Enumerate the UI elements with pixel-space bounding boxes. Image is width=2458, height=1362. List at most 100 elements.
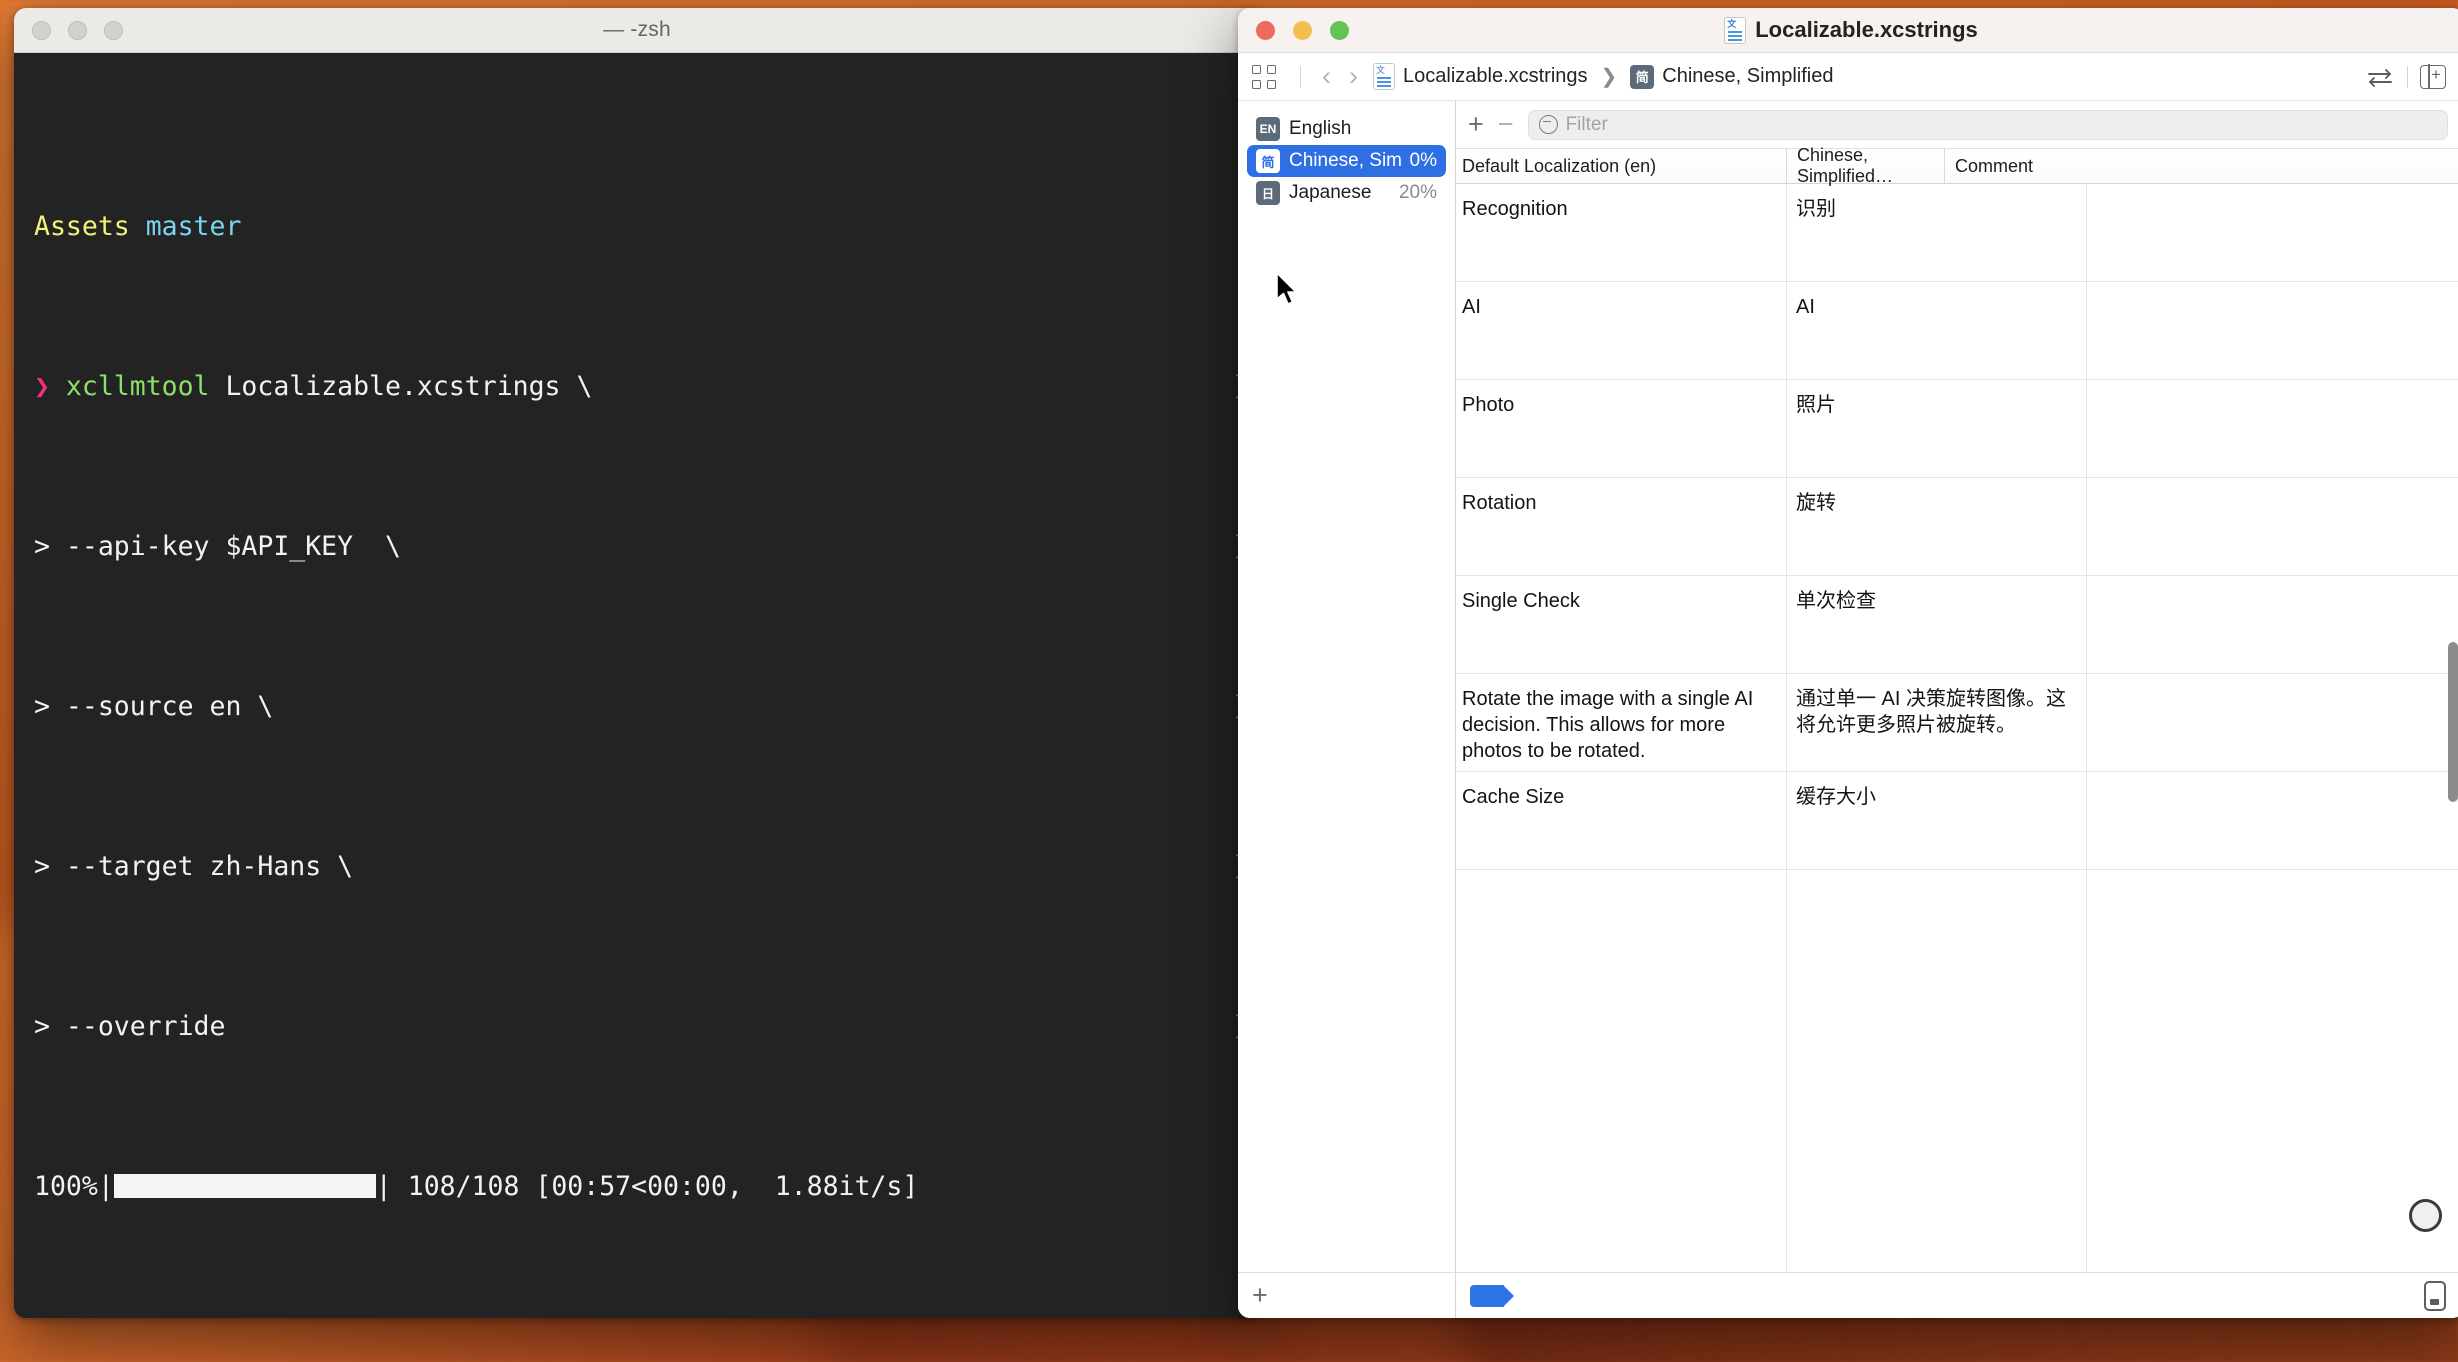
sidebar-item-japanese[interactable]: 日 Japanese 20%	[1247, 177, 1446, 209]
xcode-window[interactable]: Localizable.xcstrings ‹ › Localizable.xc…	[1238, 8, 2458, 1318]
cell-comment[interactable]	[2086, 184, 2458, 281]
breadcrumb-separator: ❯	[1600, 66, 1618, 88]
table-row[interactable]: AI AI	[1456, 282, 2458, 380]
sidebar-item-label: English	[1289, 118, 1352, 139]
toolbar-divider	[1300, 65, 1301, 88]
cell-default[interactable]: Rotate the image with a single AI decisi…	[1456, 674, 1786, 771]
command-continuation: > --override	[34, 1011, 226, 1042]
column-header-comment[interactable]: Comment	[1944, 149, 2458, 183]
terminal-line-continuation: > --api-key $API_KEY \]	[14, 527, 1260, 567]
column-header-default-localization[interactable]: Default Localization (en)	[1456, 149, 1786, 183]
column-header-chinese-simplified[interactable]: Chinese, Simplified…	[1786, 145, 1944, 186]
cell-default[interactable]: Cache Size	[1456, 772, 1786, 869]
sidebar-item-chinese-simplified[interactable]: 简 Chinese, Simp… 0%	[1247, 145, 1446, 177]
sidebar-item-english[interactable]: EN English	[1247, 113, 1446, 145]
cell-target[interactable]: 旋转	[1786, 478, 2086, 575]
xcstrings-file-icon	[1373, 63, 1395, 90]
toolbar-right-group[interactable]	[2365, 63, 2446, 90]
terminal-window[interactable]: — -zsh Assets master ❯ xcllmtool Localiz…	[14, 8, 1260, 1318]
command-continuation: > --source en \	[34, 691, 274, 722]
breadcrumb[interactable]: Localizable.xcstrings ❯ 简 Chinese, Simpl…	[1373, 63, 1834, 90]
breadcrumb-item-file[interactable]: Localizable.xcstrings	[1403, 65, 1588, 88]
add-language-button[interactable]: +	[1252, 1282, 1268, 1309]
cell-target[interactable]: 通过单一 AI 决策旋转图像。这将允许更多照片被旋转。	[1786, 674, 2086, 771]
back-button[interactable]: ‹	[1313, 63, 1340, 90]
language-sidebar[interactable]: EN English 简 Chinese, Simp… 0% 日 Japanes…	[1238, 101, 1456, 1318]
xcode-window-title-group: Localizable.xcstrings	[1238, 16, 2458, 44]
progress-ring-icon	[2409, 1199, 2442, 1232]
cell-default[interactable]: Recognition	[1456, 184, 1786, 281]
xcode-main-split: EN English 简 Chinese, Simp… 0% 日 Japanes…	[1238, 101, 2458, 1318]
cell-target[interactable]: 识别	[1786, 184, 2086, 281]
cell-target[interactable]: 照片	[1786, 380, 2086, 477]
command-continuation: > --api-key $API_KEY \	[34, 531, 401, 562]
toggle-inspector-icon[interactable]	[2420, 63, 2446, 90]
terminal-line-prompt-path: Assets master	[14, 207, 1260, 247]
prompt-symbol: ❯	[34, 371, 66, 402]
terminal-line-continuation: > --source en \]	[14, 687, 1260, 727]
filter-input[interactable]: Filter	[1527, 109, 2448, 140]
cell-comment[interactable]	[2086, 772, 2458, 869]
sidebar-item-percent: 0%	[1409, 150, 1437, 171]
forward-button[interactable]: ›	[1340, 63, 1367, 90]
add-string-button[interactable]: +	[1468, 111, 1484, 138]
xcode-titlebar[interactable]: Localizable.xcstrings	[1238, 8, 2458, 53]
progress-counter: 108/108	[407, 1171, 520, 1202]
toolbar-divider	[2407, 65, 2408, 88]
filter-toolbar[interactable]: + − Filter	[1456, 101, 2458, 148]
cell-default[interactable]: Photo	[1456, 380, 1786, 477]
filter-placeholder: Filter	[1565, 113, 1608, 135]
sidebar-footer[interactable]: +	[1238, 1272, 1455, 1318]
table-row[interactable]: Single Check 单次检查	[1456, 576, 2458, 674]
minimap-toggle-icon[interactable]	[2424, 1280, 2446, 1311]
mouse-cursor	[1276, 272, 1297, 305]
cell-target[interactable]: 缓存大小	[1786, 772, 2086, 869]
column-divider	[1786, 184, 1787, 1272]
xcode-status-bar[interactable]	[1456, 1272, 2458, 1318]
xcstrings-file-icon	[1724, 16, 1747, 44]
sidebar-item-label: Chinese, Simp…	[1289, 150, 1401, 171]
table-row[interactable]: Photo 照片	[1456, 380, 2458, 478]
terminal-progress-line: 100%| | 108/108 [00:57<00:00, 1.88it/s]	[14, 1167, 1260, 1207]
cell-target[interactable]: 单次检查	[1786, 576, 2086, 673]
table-row[interactable]: Cache Size 缓存大小	[1456, 772, 2458, 870]
zh-badge-icon: 简	[1630, 64, 1655, 89]
sidebar-item-percent: 20%	[1398, 182, 1437, 203]
en-badge-icon: EN	[1256, 117, 1280, 141]
navigator-toggle-icon[interactable]	[1252, 64, 1276, 89]
cell-default[interactable]: Single Check	[1456, 576, 1786, 673]
cell-comment[interactable]	[2086, 478, 2458, 575]
terminal-titlebar[interactable]: — -zsh	[14, 8, 1260, 53]
table-row[interactable]: Rotation 旋转	[1456, 478, 2458, 576]
table-scrollbar[interactable]	[2448, 642, 2458, 802]
terminal-line-continuation: > --target zh-Hans \]	[14, 847, 1260, 887]
zh-badge-icon: 简	[1256, 149, 1280, 173]
prompt-branch: master	[145, 211, 242, 242]
terminal-line-continuation: > --override]	[14, 1007, 1260, 1047]
xcode-toolbar[interactable]: ‹ › Localizable.xcstrings ❯ 简 Chinese, S…	[1238, 53, 2458, 101]
remove-string-button[interactable]: −	[1498, 111, 1514, 138]
blue-tag-icon[interactable]	[1470, 1284, 1514, 1307]
cell-target[interactable]: AI	[1786, 282, 2086, 379]
table-header-row[interactable]: Default Localization (en) Chinese, Simpl…	[1456, 145, 2458, 186]
cell-comment[interactable]	[2086, 380, 2458, 477]
cell-default[interactable]: AI	[1456, 282, 1786, 379]
table-row[interactable]: Rotate the image with a single AI decisi…	[1456, 674, 2458, 772]
table-body[interactable]: Recognition 识别 AI AI Photo 照片 Rotation 旋	[1456, 184, 2458, 1272]
strings-table-pane: + − Filter Default Localization (en) Chi…	[1456, 101, 2458, 1318]
cell-default[interactable]: Rotation	[1456, 478, 1786, 575]
progress-close-pipe: |	[375, 1171, 392, 1202]
table-row[interactable]: Recognition 识别	[1456, 184, 2458, 282]
prompt-path: Assets	[34, 211, 146, 242]
command-args: Localizable.xcstrings \	[225, 371, 593, 402]
cell-comment[interactable]	[2086, 576, 2458, 673]
progress-percent-label: 100%	[34, 1171, 98, 1202]
language-list[interactable]: EN English 简 Chinese, Simp… 0% 日 Japanes…	[1238, 101, 1455, 1272]
sidebar-item-label: Japanese	[1289, 182, 1372, 203]
swap-arrows-icon[interactable]	[2365, 65, 2395, 89]
breadcrumb-item-language[interactable]: Chinese, Simplified	[1662, 65, 1833, 88]
terminal-body[interactable]: Assets master ❯ xcllmtool Localizable.xc…	[14, 53, 1260, 1318]
column-divider	[2086, 184, 2087, 1272]
cell-comment[interactable]	[2086, 674, 2458, 771]
cell-comment[interactable]	[2086, 282, 2458, 379]
